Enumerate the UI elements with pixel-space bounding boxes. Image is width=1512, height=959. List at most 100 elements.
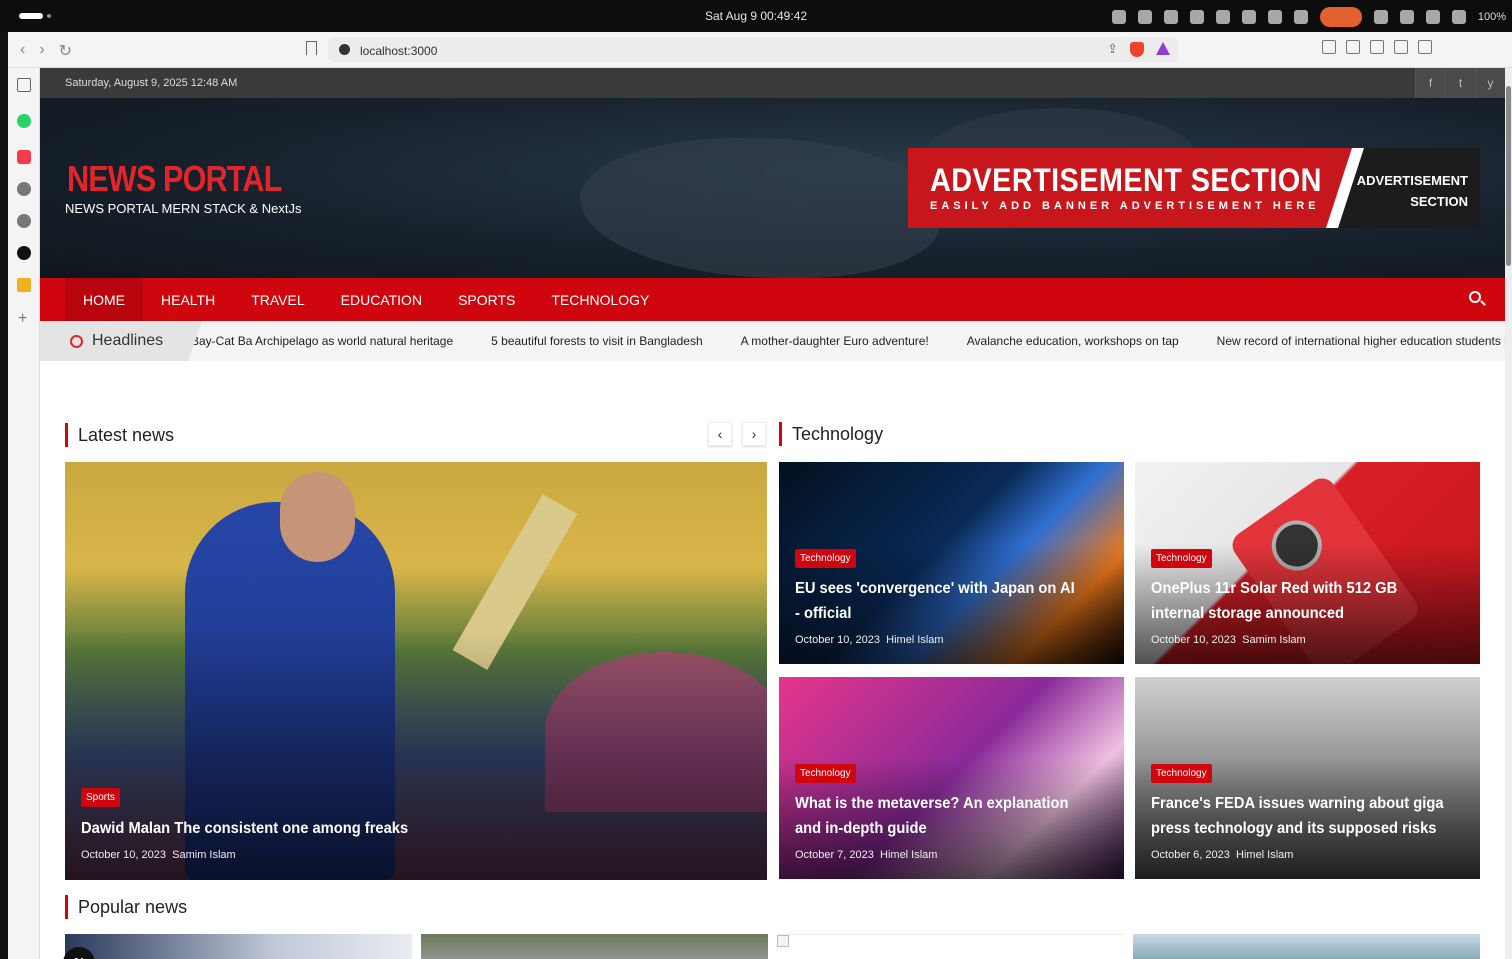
add-icon[interactable]: +: [18, 310, 27, 328]
globe-icon[interactable]: [17, 182, 31, 196]
drive-icon[interactable]: [1189, 10, 1204, 24]
menu-item-sports[interactable]: SPORTS: [440, 278, 533, 321]
music-icon[interactable]: [17, 150, 31, 164]
sidebar-toggle-icon[interactable]: [1346, 40, 1360, 54]
leo-ai-icon[interactable]: [1394, 40, 1408, 54]
card-title[interactable]: Dawid Malan The consistent one among fre…: [81, 816, 408, 841]
category-tag[interactable]: Technology: [795, 764, 856, 783]
back-icon[interactable]: ‹: [20, 41, 25, 61]
reload-icon[interactable]: ↻: [59, 41, 72, 61]
headline-item[interactable]: A mother-daughter Euro adventure!: [741, 334, 929, 348]
address-bar[interactable]: localhost:3000 ⇪: [328, 37, 1178, 62]
ad-title: ADVERTISEMENT SECTION: [930, 162, 1322, 198]
whatsapp-icon[interactable]: [17, 114, 31, 128]
card-title[interactable]: EU sees 'convergence' with Japan on AI -…: [795, 576, 1080, 626]
clipboard-icon[interactable]: [1293, 10, 1308, 24]
headline-items: g Bay-Cat Ba Archipelago as world natura…: [181, 334, 1505, 348]
share-icon[interactable]: ⇪: [1107, 41, 1118, 57]
ad-tagline: EASILY ADD BANNER ADVERTISEMENT HERE: [930, 200, 1320, 212]
social-links: f t y: [1415, 68, 1505, 98]
shield-icon[interactable]: [1267, 10, 1282, 24]
chrome-icon[interactable]: [1241, 10, 1256, 24]
category-tag[interactable]: Technology: [1151, 549, 1212, 568]
globe-icon-2[interactable]: [17, 214, 31, 228]
system-tray: 100%: [1111, 7, 1506, 27]
card-author: Himel Islam: [1236, 849, 1294, 861]
headline-item[interactable]: g Bay-Cat Ba Archipelago as world natura…: [181, 334, 453, 348]
network-icon[interactable]: [1215, 10, 1230, 24]
menu-item-technology[interactable]: TECHNOLOGY: [533, 278, 667, 321]
browser-sidebar: +: [8, 68, 40, 959]
category-tag[interactable]: Technology: [795, 549, 856, 568]
menu-item-travel[interactable]: TRAVEL: [233, 278, 322, 321]
card-title[interactable]: What is the metaverse? An explanation an…: [795, 791, 1089, 841]
menu-item-home[interactable]: HOME: [65, 278, 143, 321]
tech-card[interactable]: Technology OnePlus 11r Solar Red with 51…: [1135, 462, 1480, 664]
vite-icon[interactable]: [17, 278, 31, 292]
technology-heading: Technology: [779, 422, 883, 446]
microphone-icon[interactable]: [1399, 10, 1414, 24]
forward-icon[interactable]: ›: [39, 41, 44, 61]
card-title[interactable]: France's FEDA issues warning about giga …: [1151, 791, 1445, 841]
popular-card-image[interactable]: [65, 934, 412, 959]
page-scrollbar[interactable]: [1505, 68, 1512, 959]
ad-side-line-2: SECTION: [1410, 194, 1468, 209]
sidebar-panel-icon[interactable]: [17, 78, 31, 92]
site-header: NEWS PORTAL NEWS PORTAL MERN STACK & Nex…: [40, 98, 1505, 278]
tech-card[interactable]: Technology EU sees 'convergence' with Ja…: [779, 462, 1124, 664]
volume-icon[interactable]: [1451, 10, 1466, 24]
site-topbar: Saturday, August 9, 2025 12:48 AM f t y: [40, 68, 1505, 98]
monitor-icon[interactable]: [1137, 10, 1152, 24]
category-tag[interactable]: Sports: [81, 788, 120, 807]
brave-shield-icon[interactable]: [1130, 42, 1144, 57]
popular-card-image[interactable]: [1133, 934, 1480, 959]
card-author: Himel Islam: [880, 849, 938, 861]
category-tag[interactable]: Technology: [1151, 764, 1212, 783]
card-meta: October 7, 2023 Himel Islam: [795, 849, 937, 861]
extensions-icon[interactable]: [1322, 40, 1336, 54]
wallet-icon[interactable]: [1370, 40, 1384, 54]
keyboard-icon[interactable]: [1163, 10, 1178, 24]
popular-card-image[interactable]: [421, 934, 768, 959]
site-info-icon[interactable]: [339, 44, 350, 55]
latest-news-card[interactable]: Sports Dawid Malan The consistent one am…: [65, 462, 767, 880]
site-logo-title[interactable]: NEWS PORTAL: [67, 158, 282, 200]
headline-item[interactable]: Avalanche education, workshops on tap: [967, 334, 1179, 348]
latest-news-heading: Latest news: [65, 423, 174, 447]
screen-record-icon[interactable]: [1319, 7, 1362, 27]
card-date: October 10, 2023: [81, 849, 167, 861]
search-icon[interactable]: [1469, 291, 1481, 303]
world-map-shape: [580, 138, 940, 278]
chevron-right-icon[interactable]: ›: [742, 422, 766, 446]
menu-icon[interactable]: [1418, 40, 1432, 54]
accessibility-icon[interactable]: [1373, 10, 1388, 24]
tech-card[interactable]: Technology What is the metaverse? An exp…: [779, 677, 1124, 879]
headlines-ticker: Headlines g Bay-Cat Ba Archipelago as wo…: [40, 321, 1505, 361]
bookmark-icon[interactable]: [306, 41, 317, 55]
headline-item[interactable]: New record of international higher educa…: [1217, 334, 1505, 348]
settings-icon[interactable]: [1111, 10, 1126, 24]
advertisement-banner[interactable]: ADVERTISEMENT SECTION EASILY ADD BANNER …: [908, 148, 1480, 228]
wifi-icon[interactable]: [1425, 10, 1440, 24]
toolbar-actions: [1322, 40, 1432, 54]
headline-item[interactable]: 5 beautiful forests to visit in Banglade…: [491, 334, 702, 348]
browser-toolbar: ‹ › ↻ localhost:3000 ⇪: [8, 32, 1512, 68]
site-logo-subtitle: NEWS PORTAL MERN STACK & NextJs: [65, 201, 302, 216]
nav-buttons: ‹ › ↻: [20, 41, 72, 61]
main-menu: HOME HEALTH TRAVEL EDUCATION SPORTS TECH…: [40, 278, 1505, 321]
scrollbar-thumb[interactable]: [1506, 86, 1511, 266]
popular-card-image[interactable]: [777, 934, 1124, 959]
menu-item-health[interactable]: HEALTH: [143, 278, 233, 321]
menu-item-education[interactable]: EDUCATION: [323, 278, 440, 321]
app-icon[interactable]: [17, 246, 31, 260]
battery-level[interactable]: 100%: [1478, 11, 1506, 23]
brave-rewards-icon[interactable]: [1156, 42, 1170, 55]
card-meta: October 10, 2023 Samim Islam: [81, 849, 236, 861]
facebook-icon[interactable]: f: [1415, 68, 1445, 98]
youtube-icon[interactable]: y: [1475, 68, 1505, 98]
url-text[interactable]: localhost:3000: [360, 44, 437, 58]
card-title[interactable]: OnePlus 11r Solar Red with 512 GB intern…: [1151, 576, 1445, 626]
chevron-left-icon[interactable]: ‹: [708, 422, 732, 446]
tech-card[interactable]: Technology France's FEDA issues warning …: [1135, 677, 1480, 879]
twitter-icon[interactable]: t: [1445, 68, 1475, 98]
